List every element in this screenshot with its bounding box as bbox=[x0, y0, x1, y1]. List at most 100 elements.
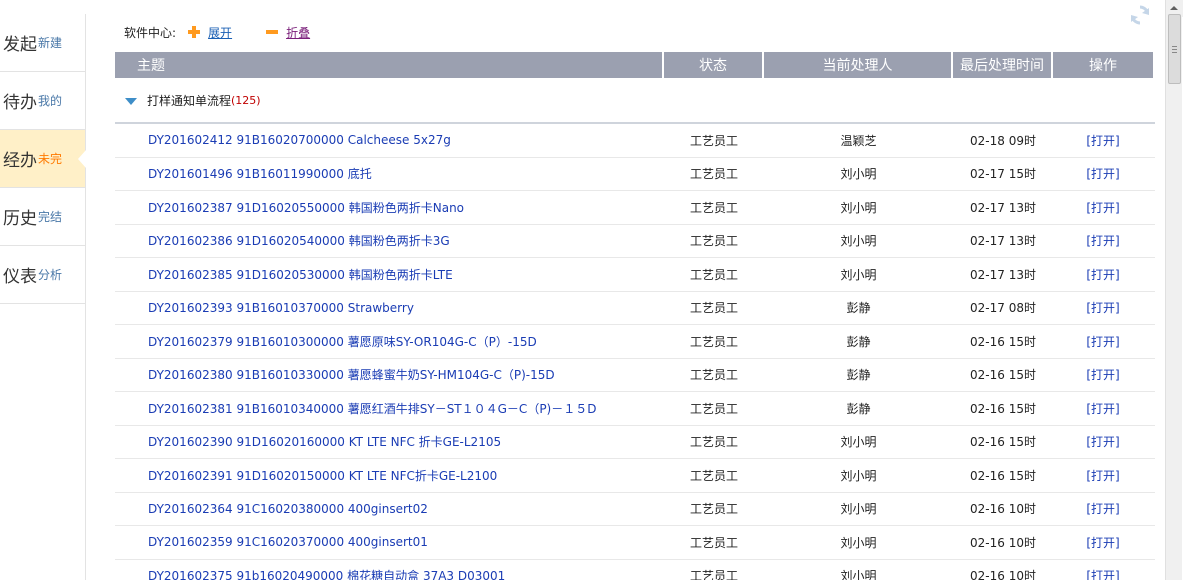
open-link[interactable]: [打开] bbox=[1086, 402, 1119, 416]
table-row[interactable]: DY201602359 91C16020370000 400ginsert01 工… bbox=[115, 526, 1155, 560]
open-link[interactable]: [打开] bbox=[1086, 435, 1119, 449]
open-link[interactable]: [打开] bbox=[1086, 268, 1119, 282]
time-cell: 02-16 10时 bbox=[970, 535, 1036, 550]
subject-link[interactable]: DY201602359 91C16020370000 400ginsert01 bbox=[148, 535, 428, 549]
subject-link[interactable]: DY201602412 91B16020700000 Calcheese 5x2… bbox=[148, 133, 451, 147]
subject-link[interactable]: DY201602385 91D16020530000 韩国粉色两折卡LTE bbox=[148, 268, 453, 282]
subject-cell: DY201602381 91B16010340000 薯愿红酒牛排SY－ST１０… bbox=[115, 400, 664, 417]
open-link[interactable]: [打开] bbox=[1086, 335, 1119, 349]
open-link[interactable]: [打开] bbox=[1086, 368, 1119, 382]
open-link[interactable]: [打开] bbox=[1086, 301, 1119, 315]
status-cell: 工艺员工 bbox=[689, 167, 738, 182]
subject-cell: DY201602385 91D16020530000 韩国粉色两折卡LTE bbox=[115, 266, 664, 283]
caret-down-icon[interactable] bbox=[125, 97, 137, 105]
expand-link[interactable]: 展开 bbox=[208, 24, 232, 41]
open-link[interactable]: [打开] bbox=[1086, 502, 1119, 516]
time-cell: 02-17 13时 bbox=[970, 234, 1036, 249]
status-cell: 工艺员工 bbox=[689, 569, 738, 580]
sidebar-item-dashboard[interactable]: 仪表 分析 bbox=[0, 246, 85, 304]
open-link[interactable]: [打开] bbox=[1086, 469, 1119, 483]
subject-link[interactable]: DY201602393 91B16010370000 Strawberry bbox=[148, 301, 414, 315]
sidebar-item-history[interactable]: 历史 完结 bbox=[0, 188, 85, 246]
op-cell: [打开] bbox=[1053, 199, 1153, 216]
status-cell: 工艺员工 bbox=[689, 301, 738, 316]
handler-cell: 刘小明 bbox=[840, 502, 877, 517]
subject-link[interactable]: DY201602387 91D16020550000 韩国粉色两折卡Nano bbox=[148, 201, 464, 215]
open-link[interactable]: [打开] bbox=[1086, 536, 1119, 550]
subject-link[interactable]: DY201602379 91B16010300000 薯愿原味SY-OR104G… bbox=[148, 335, 537, 349]
table-row[interactable]: DY201602391 91D16020150000 KT LTE NFC折卡G… bbox=[115, 459, 1155, 493]
table-row[interactable]: DY201602380 91B16010330000 薯愿蜂蜜牛奶SY-HM10… bbox=[115, 359, 1155, 392]
group-count: (125) bbox=[231, 93, 261, 107]
subject-cell: DY201601496 91B16011990000 底托 bbox=[115, 165, 664, 182]
status-cell: 工艺员工 bbox=[689, 468, 738, 483]
status-cell: 工艺员工 bbox=[689, 535, 738, 550]
window-edge bbox=[1183, 0, 1192, 580]
subject-cell: DY201602390 91D16020160000 KT LTE NFC 折卡… bbox=[115, 433, 664, 450]
status-cell: 工艺员工 bbox=[689, 267, 738, 282]
sidebar-item-main-label: 待办 bbox=[3, 93, 37, 113]
open-link[interactable]: [打开] bbox=[1086, 234, 1119, 248]
column-header-subject[interactable]: 主题 bbox=[115, 52, 664, 78]
op-cell: [打开] bbox=[1053, 266, 1153, 283]
open-link[interactable]: [打开] bbox=[1086, 167, 1119, 181]
subject-link[interactable]: DY201602381 91B16010340000 薯愿红酒牛排SY－ST１０… bbox=[148, 402, 596, 416]
column-header-status[interactable]: 状态 bbox=[664, 52, 764, 78]
subject-link[interactable]: DY201602386 91D16020540000 韩国粉色两折卡3G bbox=[148, 234, 450, 248]
table-row[interactable]: DY201602387 91D16020550000 韩国粉色两折卡Nano 工艺… bbox=[115, 191, 1155, 225]
sidebar-item-sub-label: 新建 bbox=[38, 36, 63, 50]
expand-button[interactable]: 展开 bbox=[186, 24, 232, 41]
handler-cell: 刘小明 bbox=[840, 468, 877, 483]
subject-link[interactable]: DY201602390 91D16020160000 KT LTE NFC 折卡… bbox=[148, 435, 501, 449]
subject-link[interactable]: DY201601496 91B16011990000 底托 bbox=[148, 167, 372, 181]
time-cell: 02-18 09时 bbox=[970, 133, 1036, 148]
collapse-link[interactable]: 折叠 bbox=[286, 24, 310, 41]
collapse-button[interactable]: 折叠 bbox=[264, 24, 310, 41]
table-row[interactable]: DY201602375 91b16020490000 棉花糖自动盒 37A3 D… bbox=[115, 560, 1155, 580]
group-header[interactable]: 打样通知单流程 (125) bbox=[115, 78, 1155, 124]
subject-link[interactable]: DY201602364 91C16020380000 400ginsert02 bbox=[148, 502, 428, 516]
subject-link[interactable]: DY201602391 91D16020150000 KT LTE NFC折卡G… bbox=[148, 469, 497, 483]
group-name: 打样通知单流程 bbox=[147, 93, 232, 108]
column-header-time[interactable]: 最后处理时间 bbox=[953, 52, 1053, 78]
time-cell: 02-16 15时 bbox=[970, 401, 1036, 416]
subject-cell: DY201602380 91B16010330000 薯愿蜂蜜牛奶SY-HM10… bbox=[115, 366, 664, 383]
open-link[interactable]: [打开] bbox=[1086, 201, 1119, 215]
table-row[interactable]: DY201602412 91B16020700000 Calcheese 5x2… bbox=[115, 124, 1155, 158]
sidebar-item-sub-label: 未完 bbox=[38, 152, 63, 166]
time-cell: 02-17 13时 bbox=[970, 267, 1036, 282]
subject-link[interactable]: DY201602375 91b16020490000 棉花糖自动盒 37A3 D… bbox=[148, 569, 505, 580]
time-cell: 02-16 15时 bbox=[970, 435, 1036, 450]
scrollbar-thumb[interactable] bbox=[1168, 14, 1181, 84]
toolbar: 软件中心: 展开 折叠 bbox=[124, 22, 310, 42]
op-cell: [打开] bbox=[1053, 567, 1153, 580]
op-cell: [打开] bbox=[1053, 467, 1153, 484]
open-link[interactable]: [打开] bbox=[1086, 569, 1119, 580]
sidebar-item-handled[interactable]: 经办 未完 bbox=[0, 130, 86, 188]
time-cell: 02-16 15时 bbox=[970, 468, 1036, 483]
subject-link[interactable]: DY201602380 91B16010330000 薯愿蜂蜜牛奶SY-HM10… bbox=[148, 368, 555, 382]
vertical-scrollbar[interactable] bbox=[1165, 0, 1183, 580]
subject-cell: DY201602364 91C16020380000 400ginsert02 bbox=[115, 502, 664, 516]
table-row[interactable]: DY201602393 91B16010370000 Strawberry 工艺员… bbox=[115, 292, 1155, 325]
sidebar-item-todo[interactable]: 待办 我的 bbox=[0, 72, 85, 130]
handler-cell: 彭静 bbox=[846, 301, 871, 316]
table-row[interactable]: DY201602381 91B16010340000 薯愿红酒牛排SY－ST１０… bbox=[115, 392, 1155, 426]
grip-line bbox=[1172, 52, 1177, 53]
sidebar-item-start[interactable]: 发起 新建 bbox=[0, 14, 85, 72]
table-row[interactable]: DY201602390 91D16020160000 KT LTE NFC 折卡… bbox=[115, 426, 1155, 459]
op-cell: [打开] bbox=[1053, 299, 1153, 316]
open-link[interactable]: [打开] bbox=[1086, 134, 1119, 148]
table-row[interactable]: DY201602379 91B16010300000 薯愿原味SY-OR104G… bbox=[115, 325, 1155, 359]
table-row[interactable]: DY201602385 91D16020530000 韩国粉色两折卡LTE 工艺员… bbox=[115, 258, 1155, 292]
column-header-handler[interactable]: 当前处理人 bbox=[764, 52, 953, 78]
table-row[interactable]: DY201602386 91D16020540000 韩国粉色两折卡3G 工艺员工… bbox=[115, 225, 1155, 258]
table-row[interactable]: DY201601496 91B16011990000 底托 工艺员工 刘小明 02-1… bbox=[115, 158, 1155, 191]
active-pointer-icon bbox=[78, 150, 86, 168]
status-cell: 工艺员工 bbox=[689, 368, 738, 383]
refresh-icon[interactable] bbox=[1129, 4, 1151, 26]
handler-cell: 彭静 bbox=[846, 368, 871, 383]
status-cell: 工艺员工 bbox=[689, 502, 738, 517]
subject-cell: DY201602379 91B16010300000 薯愿原味SY-OR104G… bbox=[115, 333, 664, 350]
table-row[interactable]: DY201602364 91C16020380000 400ginsert02 工… bbox=[115, 493, 1155, 526]
